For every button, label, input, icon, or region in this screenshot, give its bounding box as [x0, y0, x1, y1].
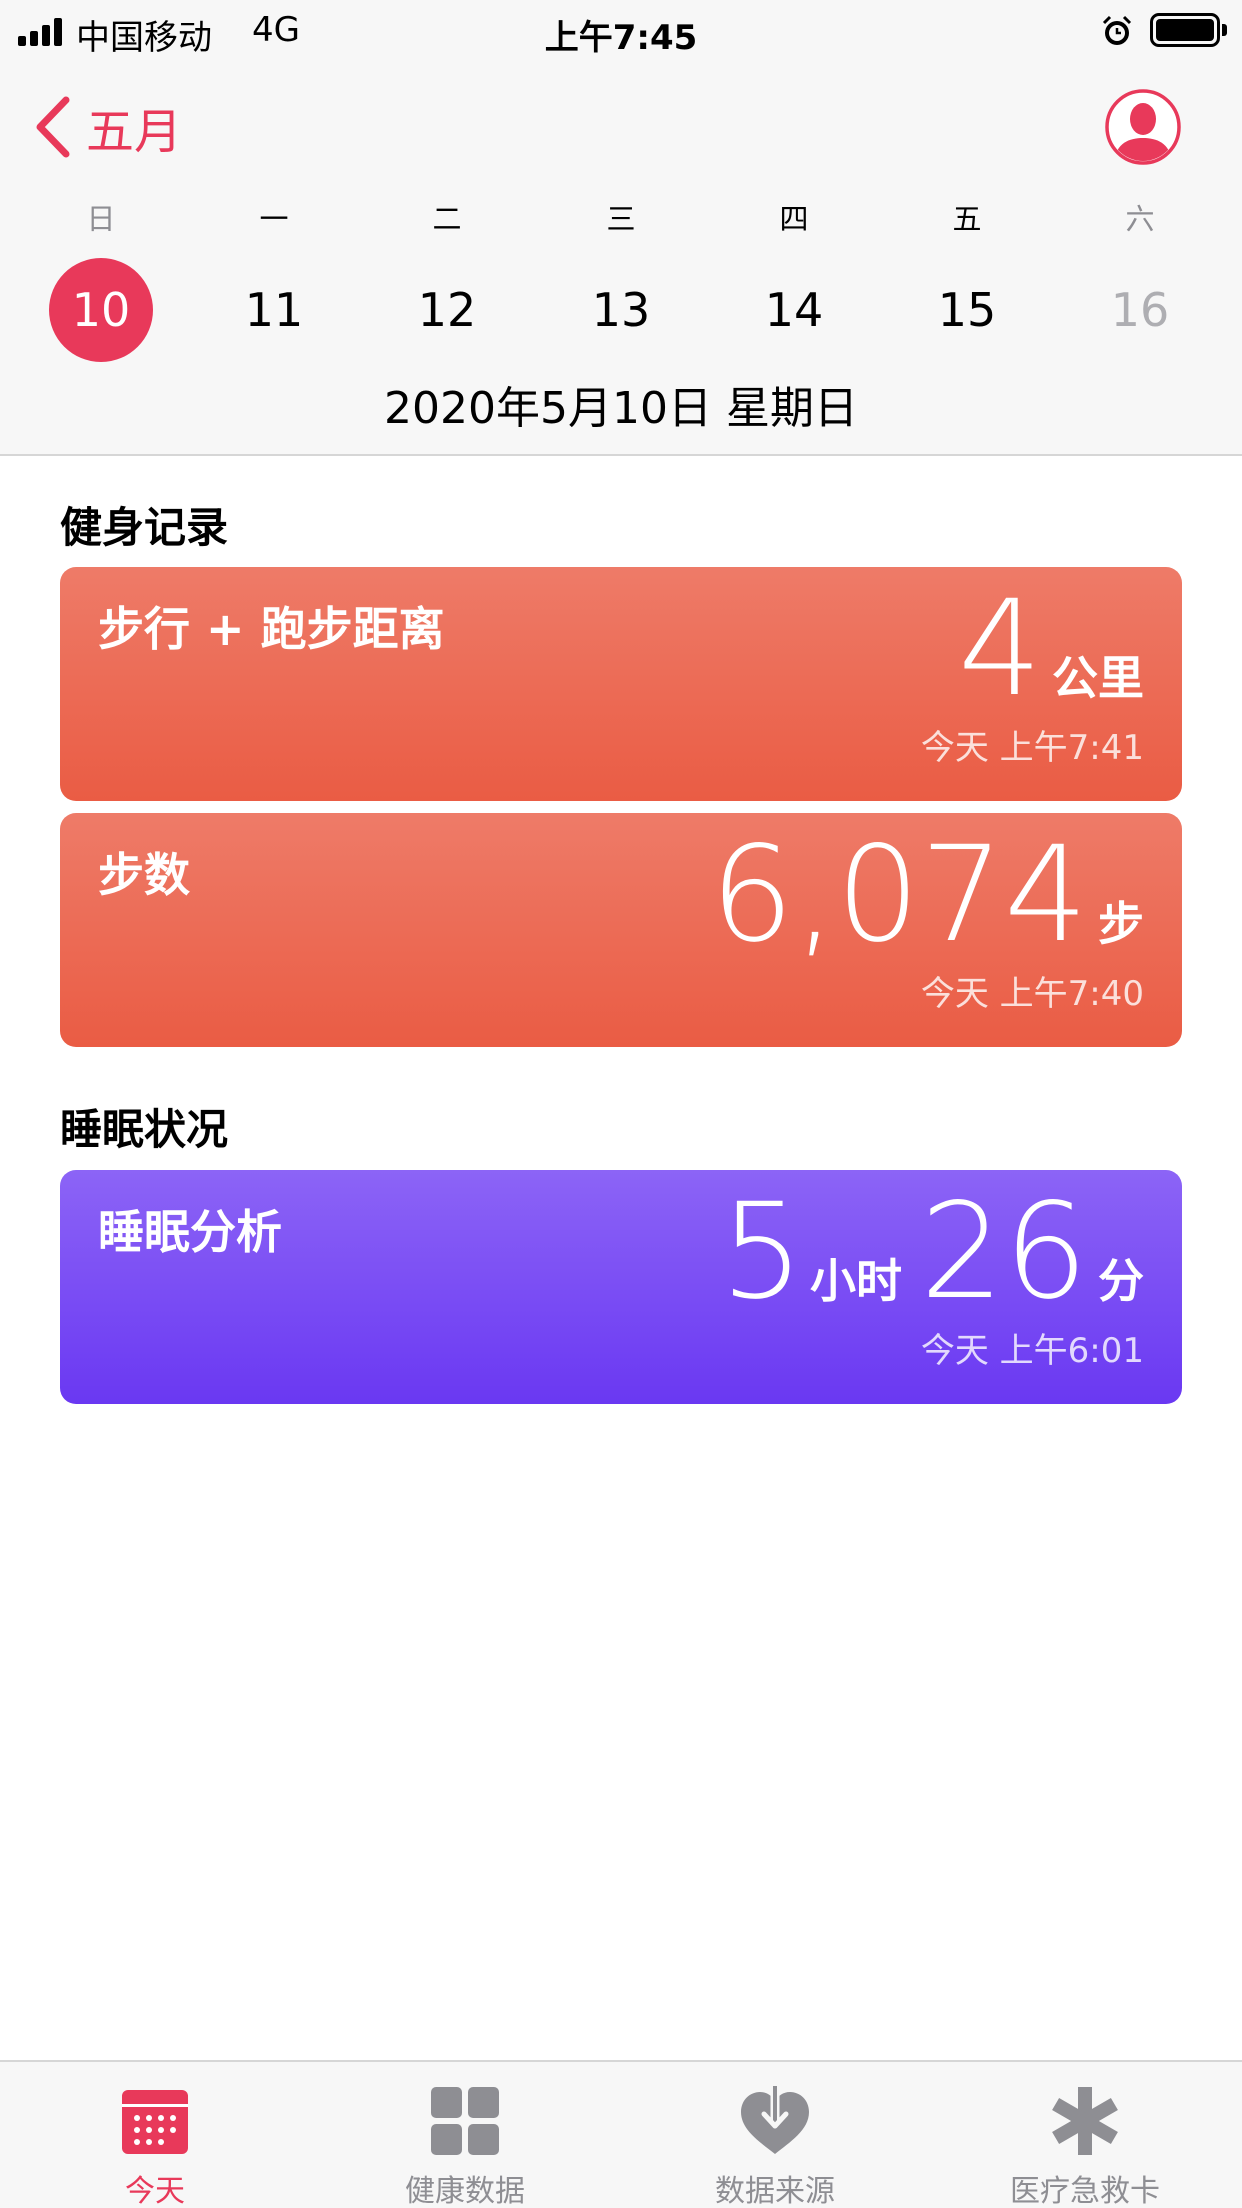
distance-value-group: 4 公里 — [958, 583, 1144, 715]
chevron-left-icon — [36, 96, 70, 158]
grid-icon — [431, 2087, 499, 2155]
tab-medical-id[interactable]: 医疗急救卡 — [930, 2062, 1240, 2208]
distance-unit: 公里 — [1052, 651, 1144, 705]
weekday-label: 日 — [86, 202, 116, 236]
tab-bar: 今天 健康数据 数据来源 医疗急救卡 — [0, 2060, 1242, 2208]
sleep-section-title: 睡眠状况 — [60, 1105, 229, 1154]
tab-medical-id-label: 医疗急救卡 — [1010, 2174, 1160, 2208]
date-row: 10 11 12 13 14 15 16 — [0, 258, 1242, 362]
steps-value-group: 6,074 步 — [710, 829, 1144, 961]
sleep-hours-value: 5 — [720, 1175, 805, 1329]
selected-full-date: 2020年5月10日 星期日 — [384, 383, 858, 434]
weekday-label: 三 — [606, 202, 636, 236]
distance-value: 4 — [958, 572, 1042, 726]
sleep-timestamp: 今天 上午6:01 — [920, 1331, 1144, 1371]
fitness-section-title: 健身记录 — [60, 503, 229, 552]
tab-today[interactable]: 今天 — [0, 2062, 310, 2208]
back-label: 五月 — [86, 104, 183, 160]
steps-unit: 步 — [1098, 897, 1144, 951]
steps-card-title: 步数 — [98, 848, 190, 902]
date-cell[interactable]: 15 — [915, 258, 1019, 362]
back-button[interactable]: 五月 — [32, 92, 182, 162]
weekday-row: 日 一 二 三 四 五 六 — [0, 196, 1242, 236]
status-bar: 中国移动 4G 上午7:45 — [0, 0, 1242, 62]
battery-icon — [1150, 13, 1228, 47]
profile-avatar-icon[interactable] — [1104, 88, 1182, 166]
calendar-icon — [122, 2090, 188, 2154]
distance-timestamp: 今天 上午7:41 — [920, 728, 1144, 768]
weekday-label: 六 — [1125, 202, 1155, 236]
sleep-card-title: 睡眠分析 — [98, 1205, 282, 1259]
sleep-minutes-value: 26 — [920, 1175, 1088, 1329]
alarm-icon — [1102, 15, 1132, 45]
weekday-label: 五 — [952, 202, 982, 236]
header: 中国移动 4G 上午7:45 五月 日 一 二 三 四 五 六 10 11 12… — [0, 0, 1242, 456]
tab-health-data[interactable]: 健康数据 — [310, 2062, 620, 2208]
sleep-minutes-unit: 分 — [1098, 1254, 1144, 1308]
tab-health-data-label: 健康数据 — [405, 2174, 525, 2208]
tab-sources[interactable]: 数据来源 — [620, 2062, 930, 2208]
date-cell[interactable]: 11 — [222, 258, 326, 362]
status-time: 上午7:45 — [544, 18, 698, 58]
asterisk-icon — [1052, 2087, 1118, 2155]
date-cell[interactable]: 12 — [395, 258, 499, 362]
date-cell[interactable]: 13 — [569, 258, 673, 362]
date-cell[interactable]: 14 — [742, 258, 846, 362]
weekday-label: 一 — [259, 202, 289, 236]
sleep-analysis-card[interactable]: 睡眠分析 5 小时 26 分 今天 上午6:01 — [60, 1170, 1182, 1404]
tab-today-label: 今天 — [125, 2174, 185, 2208]
sleep-value-group: 5 小时 26 分 — [720, 1186, 1144, 1318]
date-cell-selected[interactable]: 10 — [49, 258, 153, 362]
distance-card[interactable]: 步行 + 跑步距离 4 公里 今天 上午7:41 — [60, 567, 1182, 801]
heart-download-icon — [741, 2086, 809, 2154]
weekday-label: 二 — [432, 202, 462, 236]
date-cell-future: 16 — [1110, 283, 1170, 337]
weekday-label: 四 — [779, 202, 809, 236]
steps-value: 6,074 — [710, 818, 1088, 972]
steps-card[interactable]: 步数 6,074 步 今天 上午7:40 — [60, 813, 1182, 1047]
sleep-hours-unit: 小时 — [810, 1254, 903, 1308]
tab-sources-label: 数据来源 — [715, 2174, 835, 2208]
steps-timestamp: 今天 上午7:40 — [920, 974, 1144, 1014]
distance-card-title: 步行 + 跑步距离 — [98, 602, 445, 656]
